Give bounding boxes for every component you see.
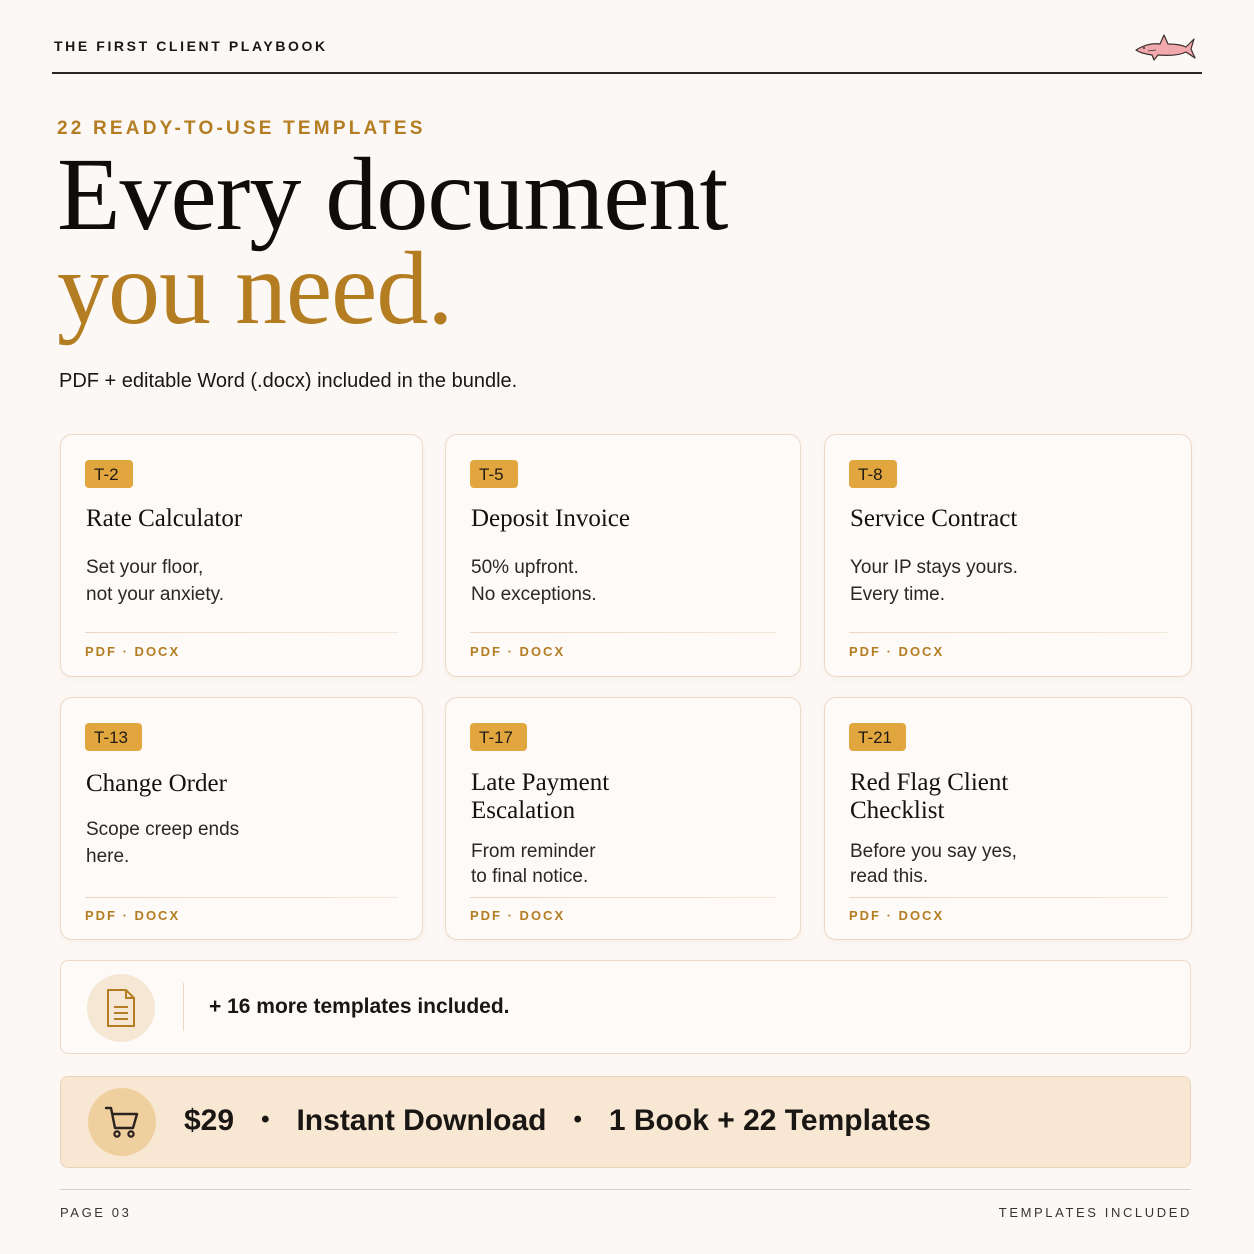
template-code-badge: T-5 (470, 460, 518, 488)
shark-icon (1135, 34, 1196, 61)
template-title: Late Payment Escalation (471, 769, 610, 824)
template-formats: PDF · DOCX (470, 644, 566, 659)
delivery-label: Instant Download (296, 1104, 547, 1137)
section-label: TEMPLATES INCLUDED (998, 1205, 1192, 1220)
template-formats: PDF · DOCX (85, 644, 181, 659)
page-header: THE FIRST CLIENT PLAYBOOK (52, 0, 1202, 74)
contents-label: 1 Book + 22 Templates (608, 1104, 931, 1137)
template-card-t17[interactable]: T-17 Late Payment Escalation From remind… (445, 697, 801, 940)
template-title: Deposit Invoice (471, 505, 630, 532)
headline-line-1: Every document (57, 137, 728, 252)
card-divider (849, 897, 1167, 898)
card-divider (85, 632, 398, 633)
template-formats: PDF · DOCX (85, 908, 181, 923)
card-divider (470, 632, 776, 633)
divider (183, 983, 184, 1031)
page-number: PAGE 03 (60, 1205, 132, 1220)
card-divider (470, 897, 776, 898)
brand-title: THE FIRST CLIENT PLAYBOOK (54, 38, 328, 54)
headline: Every document you need. (57, 137, 728, 346)
template-card-t13[interactable]: T-13 Change Order Scope creep ends here.… (60, 697, 423, 940)
card-divider (85, 897, 398, 898)
purchase-bar[interactable]: $29 • Instant Download • 1 Book + 22 Templat… (60, 1076, 1191, 1168)
template-code-badge: T-13 (85, 723, 143, 751)
template-title: Rate Calculator (86, 505, 243, 532)
template-formats: PDF · DOCX (849, 644, 945, 659)
template-card-t2[interactable]: T-2 Rate Calculator Set your floor, not … (60, 434, 423, 677)
headline-line-2: you need. (57, 231, 453, 346)
template-code-badge: T-21 (849, 723, 907, 751)
card-divider (849, 632, 1167, 633)
template-description: Set your floor, not your anxiety. (86, 557, 225, 605)
template-description: 50% upfront. No exceptions. (471, 557, 597, 605)
template-description: Before you say yes, read this. (850, 841, 1017, 887)
template-card-t5[interactable]: T-5 Deposit Invoice 50% upfront. No exce… (445, 434, 801, 677)
template-formats: PDF · DOCX (470, 908, 566, 923)
template-description: Scope creep ends here. (86, 819, 240, 867)
template-card-t21[interactable]: T-21 Red Flag Client Checklist Before yo… (824, 697, 1192, 940)
template-title: Red Flag Client Checklist (850, 769, 1009, 824)
template-description: Your IP stays yours. Every time. (850, 557, 1018, 605)
separator-dot: • (261, 1106, 270, 1133)
template-card-t8[interactable]: T-8 Service Contract Your IP stays yours… (824, 434, 1192, 677)
separator-dot: • (573, 1106, 582, 1133)
document-icon (87, 974, 155, 1042)
template-title: Change Order (86, 770, 227, 797)
more-templates-text: + 16 more templates included. (209, 995, 510, 1018)
price: $29 (184, 1104, 235, 1137)
template-code-badge: T-8 (849, 460, 897, 488)
subline: PDF + editable Word (.docx) included in … (59, 370, 518, 392)
template-code-badge: T-17 (470, 723, 528, 751)
template-description: From reminder to final notice. (471, 841, 596, 887)
template-code-badge: T-2 (85, 460, 133, 488)
template-formats: PDF · DOCX (849, 908, 945, 923)
more-templates-banner: + 16 more templates included. (60, 960, 1191, 1054)
cart-icon (88, 1088, 156, 1156)
purchase-summary: $29 • Instant Download • 1 Book + 22 Templat… (184, 1104, 931, 1138)
template-title: Service Contract (850, 505, 1018, 532)
footer-divider (60, 1189, 1191, 1190)
